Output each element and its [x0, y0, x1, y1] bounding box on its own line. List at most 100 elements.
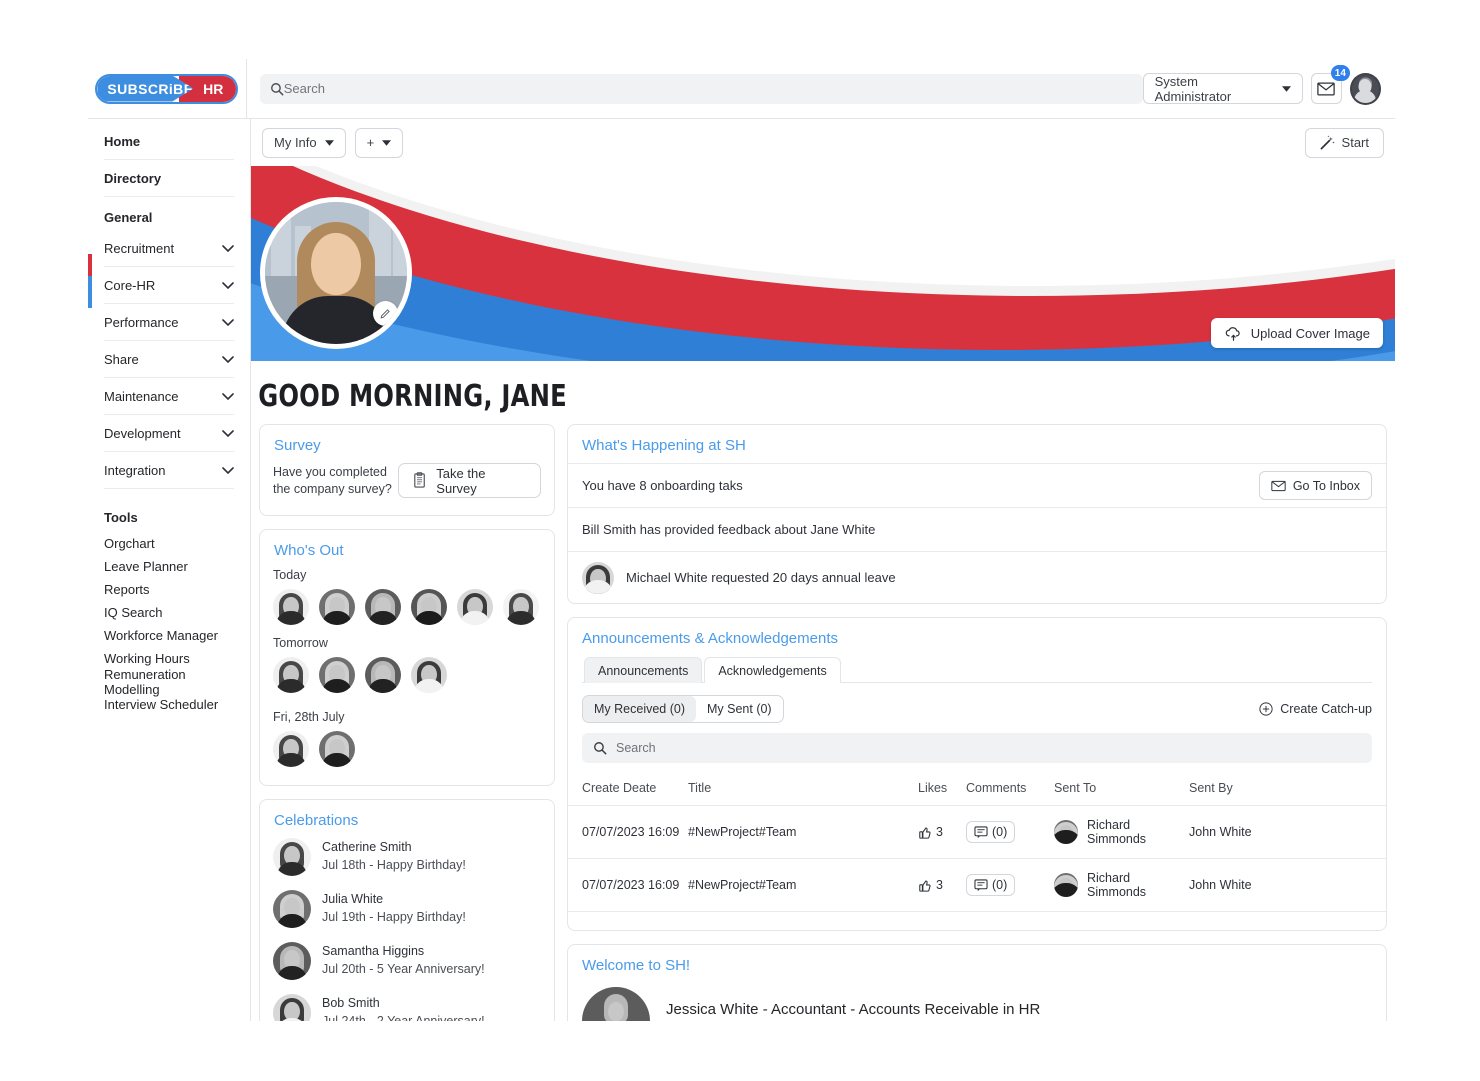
sidebar-section-tools: Tools [104, 510, 138, 525]
survey-question: Have you completed the company survey? [273, 464, 392, 496]
inbox-button[interactable]: 14 [1310, 65, 1350, 104]
start-label: Start [1341, 135, 1369, 150]
sub-toolbar: My Info + Start [251, 119, 1395, 166]
cell-create-date: 07/07/2023 16:09 [568, 858, 688, 912]
avatar[interactable] [273, 589, 309, 625]
sidebar-item-label: Leave Planner [104, 559, 188, 574]
sidebar-section-general: General [104, 197, 234, 230]
celebration-detail: Jul 18th - Happy Birthday! [322, 858, 466, 873]
column-header-sent-to: Sent To [1054, 773, 1189, 806]
search-icon [593, 741, 607, 755]
avatar[interactable] [411, 657, 447, 693]
cell-comments: (0) [966, 858, 1054, 912]
magic-wand-icon [1320, 135, 1335, 150]
tab-acknowledgements[interactable]: Acknowledgements [704, 657, 841, 683]
search-placeholder-text: Search [616, 741, 656, 755]
sidebar-item-integration[interactable]: Integration [104, 452, 234, 489]
sidebar-item-recruitment[interactable]: Recruitment [104, 230, 234, 267]
go-to-inbox-button[interactable]: Go To Inbox [1258, 471, 1372, 500]
thumbs-up-icon[interactable] [918, 878, 933, 893]
sidebar-item-interview-scheduler[interactable]: Interview Scheduler [104, 693, 234, 716]
sidebar-item-orgchart[interactable]: Orgchart [104, 532, 234, 555]
list-item[interactable]: Samantha Higgins Jul 20th - 5 Year Anniv… [260, 942, 554, 994]
avatar[interactable] [503, 589, 539, 625]
avatar[interactable] [319, 657, 355, 693]
comments-count: (0) [992, 825, 1008, 839]
table-row[interactable]: 07/07/2023 16:09 #NewProject#Team 3 (0) … [568, 858, 1386, 912]
sidebar-item-workforce-manager[interactable]: Workforce Manager [104, 624, 234, 647]
my-info-dropdown[interactable]: My Info [262, 127, 346, 158]
avatar[interactable] [319, 589, 355, 625]
sidebar-item-performance[interactable]: Performance [104, 304, 234, 341]
comments-button[interactable]: (0) [966, 874, 1016, 896]
sidebar-item-remuneration-modelling[interactable]: Remuneration Modelling [104, 667, 234, 697]
list-item[interactable]: Bob Smith Jul 24th - 2 Year Anniversary! [260, 994, 554, 1021]
list-item[interactable]: Catherine Smith Jul 18th - Happy Birthda… [260, 838, 554, 890]
column-header-create-date: Create Deate [568, 773, 688, 806]
avatar[interactable] [457, 589, 493, 625]
my-info-label: My Info [274, 135, 317, 150]
list-item[interactable]: Julia White Jul 19th - Happy Birthday! [260, 890, 554, 942]
whats-happening-card: What's Happening at SH You have 8 onboar… [567, 424, 1387, 604]
sent-to-name: Richard Simmonds [1087, 871, 1147, 899]
edit-photo-button[interactable] [373, 301, 398, 326]
cell-likes: 3 [918, 805, 966, 859]
avatar[interactable] [319, 731, 355, 767]
avatar[interactable] [411, 589, 447, 625]
take-survey-button[interactable]: Take the Survey [398, 463, 541, 498]
sidebar-item-directory[interactable]: Directory [104, 160, 234, 197]
comments-button[interactable]: (0) [966, 821, 1016, 843]
avatar[interactable] [365, 589, 401, 625]
sidebar-item-label: Reports [104, 582, 150, 597]
table-row[interactable]: 07/07/2023 16:09 #NewProject#Team 3 (0) … [568, 805, 1386, 859]
add-label: + [366, 135, 375, 150]
segment-my-received[interactable]: My Received (0) [583, 696, 696, 722]
avatar[interactable] [365, 657, 401, 693]
avatar[interactable] [1349, 72, 1381, 105]
whos-out-avatars-friday [260, 731, 554, 785]
survey-card: Survey Have you completed the company su… [259, 424, 555, 516]
sidebar-item-label: Share [104, 351, 139, 367]
sidebar-item-development[interactable]: Development [104, 415, 234, 452]
upload-cover-image-button[interactable]: Upload Cover Image [1210, 318, 1383, 348]
account-selector[interactable]: System Administrator [1142, 73, 1303, 104]
list-item[interactable]: Michael White requested 20 days annual l… [568, 551, 1386, 603]
cell-likes: 3 [918, 858, 966, 912]
add-dropdown[interactable]: + [354, 127, 404, 158]
sidebar-item-share[interactable]: Share [104, 341, 234, 378]
right-column: What's Happening at SH You have 8 onboar… [567, 424, 1387, 1021]
list-item[interactable]: You have 8 onboarding taks Go To Inbox [568, 463, 1386, 507]
welcome-employee[interactable]: Jessica White - Accountant - Accounts Re… [568, 983, 1386, 1021]
chevron-down-icon [222, 392, 234, 400]
avatar[interactable] [273, 657, 309, 693]
chevron-down-icon [222, 281, 234, 289]
announcements-search-input[interactable]: Search [582, 733, 1372, 763]
column-header-sent-by: Sent By [1189, 773, 1386, 806]
sidebar-item-home[interactable]: Home [104, 123, 234, 160]
avatar[interactable] [273, 731, 309, 767]
thumbs-up-icon[interactable] [918, 825, 933, 840]
welcome-name-line: Jessica White - Accountant - Accounts Re… [666, 1001, 1041, 1018]
create-catchup-button[interactable]: Create Catch-up [1259, 702, 1372, 716]
cloud-upload-icon [1224, 326, 1243, 341]
segment-my-sent[interactable]: My Sent (0) [696, 696, 783, 722]
sidebar-item-reports[interactable]: Reports [104, 578, 234, 601]
sidebar-item-leave-planner[interactable]: Leave Planner [104, 555, 234, 578]
sent-to-name: Richard Simmonds [1087, 818, 1147, 846]
search-input[interactable]: Search [259, 73, 1143, 104]
sidebar-item-label: Workforce Manager [104, 628, 218, 643]
tab-announcements[interactable]: Announcements [584, 657, 703, 683]
cell-title: #NewProject#Team [688, 805, 918, 859]
sidebar-item-label: Remuneration Modelling [104, 666, 186, 697]
sidebar-item-iq-search[interactable]: IQ Search [104, 601, 234, 624]
acknowledgements-table: Create Deate Title Likes Comments Sent T… [568, 773, 1386, 912]
celebration-name: Samantha Higgins [322, 944, 425, 958]
brand-logo[interactable]: SUBSCRiBE HR [88, 59, 247, 119]
clipboard-icon [412, 472, 428, 489]
sidebar-item-maintenance[interactable]: Maintenance [104, 378, 234, 415]
sidebar-item-core-hr[interactable]: Core-HR [104, 267, 234, 304]
profile-photo[interactable] [260, 197, 412, 349]
start-button[interactable]: Start [1304, 127, 1384, 158]
list-item[interactable]: Bill Smith has provided feedback about J… [568, 507, 1386, 551]
sidebar-item-label: Working Hours [104, 651, 190, 666]
